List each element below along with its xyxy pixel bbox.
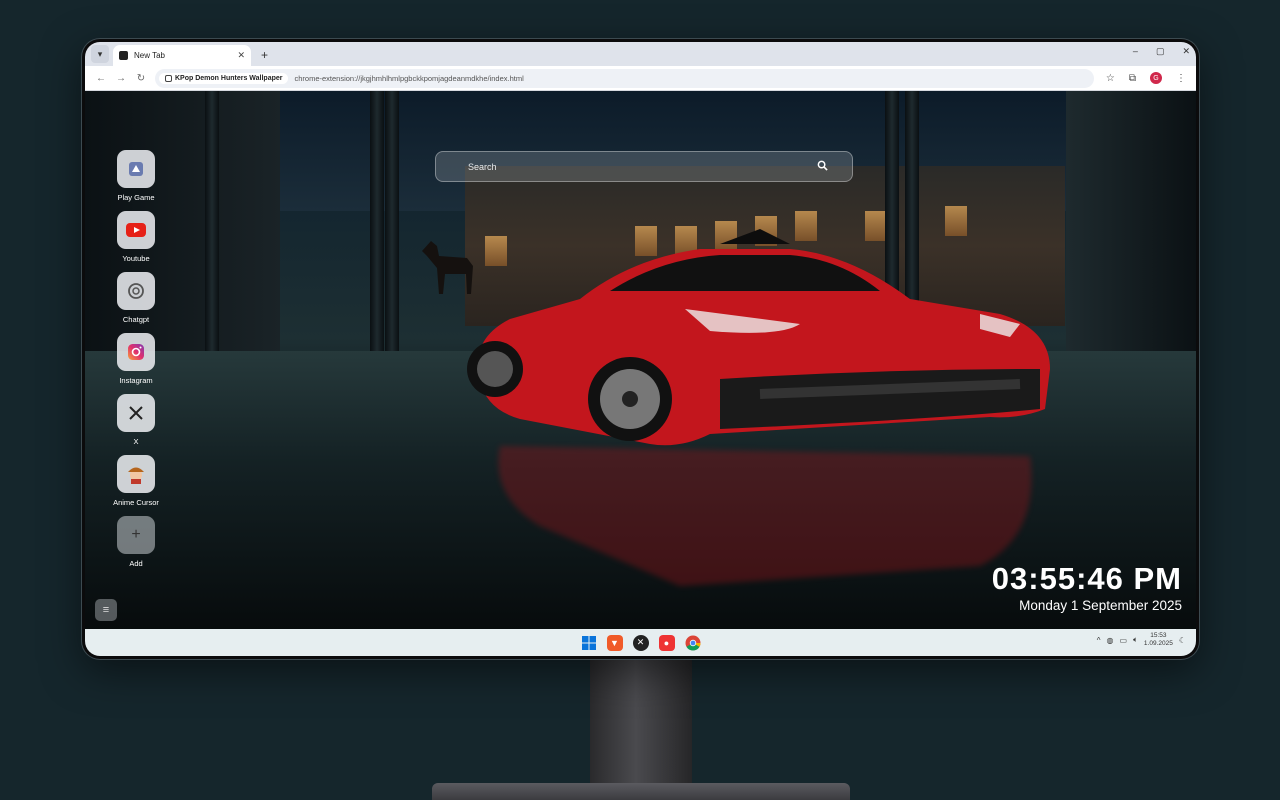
- instagram-icon[interactable]: [117, 333, 155, 371]
- game-icon[interactable]: [117, 150, 155, 188]
- shortcut-label: Anime Cursor: [113, 498, 159, 507]
- omnibox[interactable]: KPop Demon Hunters Wallpaper chrome-exte…: [155, 68, 1094, 88]
- address-bar: ← → ↻ KPop Demon Hunters Wallpaper chrom…: [85, 66, 1196, 91]
- garage-wall-right: [1066, 91, 1196, 381]
- search-bar[interactable]: Search: [435, 151, 853, 182]
- tab-favicon-icon: [119, 51, 128, 60]
- search-icon[interactable]: [817, 160, 828, 174]
- clock-date: Monday 1 September 2025: [1019, 598, 1182, 613]
- tray-clock[interactable]: 15:53 1.09.2025: [1144, 632, 1173, 648]
- shortcut-chatgpt[interactable]: Chatgpt: [114, 272, 158, 324]
- tab-search-icon[interactable]: ▾: [91, 45, 109, 63]
- shortcut-label: X: [133, 437, 139, 446]
- shortcut-label: Add: [129, 559, 143, 568]
- xbox-icon[interactable]: ✕: [632, 634, 649, 651]
- car-reflection: [498, 446, 1032, 586]
- system-tray: ^ ◍ ▭ 🔈︎ 15:53 1.09.2025 ☾: [1097, 632, 1186, 648]
- back-icon[interactable]: ←: [91, 73, 111, 84]
- anime-cursor-icon[interactable]: [117, 455, 155, 493]
- shortcut-label: Youtube: [122, 254, 150, 263]
- monitor-stand: [590, 650, 692, 800]
- shortcut-youtube[interactable]: Youtube: [114, 211, 158, 263]
- shortcut-add[interactable]: + Add: [114, 516, 158, 568]
- clock-time: 03:55:46 PM: [991, 561, 1182, 596]
- monitor-base: [432, 783, 850, 800]
- display-icon[interactable]: ▭: [1120, 636, 1128, 645]
- shortcut-label: Play Game: [117, 193, 155, 202]
- shortcut-anime-cursor[interactable]: Anime Cursor: [113, 455, 159, 507]
- shortcut-x[interactable]: X: [114, 394, 158, 446]
- shortcut-list: Play Game Youtube Chatgpt Instagram X An…: [113, 150, 159, 577]
- shortcut-label: Chatgpt: [122, 315, 150, 324]
- close-tab-icon[interactable]: ✕: [237, 50, 245, 61]
- maximize-button[interactable]: ▢: [1156, 46, 1165, 57]
- wallpaper: Search Play Game Youtube Chatgpt Instagr…: [85, 91, 1196, 629]
- extension-chip[interactable]: KPop Demon Hunters Wallpaper: [159, 72, 289, 84]
- clock-widget: 03:55:46 PM Monday 1 September 2025: [992, 561, 1182, 615]
- taskbar-icons: ▼ ✕ ●: [581, 634, 701, 651]
- network-icon[interactable]: ◍: [1107, 636, 1114, 645]
- extension-chip-icon: [165, 74, 172, 82]
- shortcut-instagram[interactable]: Instagram: [114, 333, 158, 385]
- chatgpt-icon[interactable]: [117, 272, 155, 310]
- tab-bar: ▾ New Tab ✕ + – ▢ ✕: [85, 42, 1196, 66]
- toolbar-icons: ☆ ⧉ G ⋮: [1106, 72, 1190, 84]
- screen: ▾ New Tab ✕ + – ▢ ✕ ← → ↻ KPop Demon Hun…: [85, 42, 1196, 656]
- tab-new-tab[interactable]: New Tab ✕: [113, 45, 251, 66]
- window-controls: – ▢ ✕: [1133, 46, 1190, 57]
- chevron-up-icon[interactable]: ^: [1097, 636, 1101, 645]
- plus-icon[interactable]: +: [117, 516, 155, 554]
- close-window-button[interactable]: ✕: [1182, 46, 1190, 57]
- reload-icon[interactable]: ↻: [131, 73, 151, 84]
- new-tab-button[interactable]: +: [261, 48, 268, 62]
- settings-menu-icon[interactable]: ≡: [95, 599, 117, 621]
- notification-icon[interactable]: ☾: [1179, 636, 1186, 645]
- extension-name: KPop Demon Hunters Wallpaper: [175, 74, 283, 82]
- chrome-icon[interactable]: [685, 635, 701, 651]
- more-menu-icon[interactable]: ⋮: [1176, 73, 1186, 84]
- red-sports-car: [467, 229, 1050, 446]
- tray-time: 15:53: [1150, 632, 1167, 639]
- x-icon[interactable]: [117, 394, 155, 432]
- volume-icon[interactable]: 🔈︎: [1133, 635, 1138, 645]
- taskbar: ▼ ✕ ● ^ ◍ ▭ 🔈︎ 15:53 1.09.2025 ☾: [85, 629, 1196, 656]
- youtube-icon[interactable]: [117, 211, 155, 249]
- search-input[interactable]: Search: [468, 162, 817, 172]
- forward-icon[interactable]: →: [111, 73, 131, 84]
- minimize-button[interactable]: –: [1133, 46, 1138, 57]
- tab-title: New Tab: [134, 51, 165, 60]
- recorder-icon[interactable]: ●: [658, 634, 675, 651]
- shortcut-play-game[interactable]: Play Game: [114, 150, 158, 202]
- bookmark-star-icon[interactable]: ☆: [1106, 73, 1115, 84]
- monitor: ▾ New Tab ✕ + – ▢ ✕ ← → ↻ KPop Demon Hun…: [82, 39, 1199, 659]
- windows-start-icon[interactable]: [581, 635, 597, 651]
- shortcut-label: Instagram: [119, 376, 153, 385]
- url-text: chrome-extension://jkgjhmhlhmlpgbckkpomj…: [294, 73, 524, 83]
- profile-avatar[interactable]: G: [1150, 72, 1162, 84]
- extensions-puzzle-icon[interactable]: ⧉: [1129, 73, 1136, 84]
- brave-icon[interactable]: ▼: [606, 634, 623, 651]
- tray-date: 1.09.2025: [1143, 640, 1173, 647]
